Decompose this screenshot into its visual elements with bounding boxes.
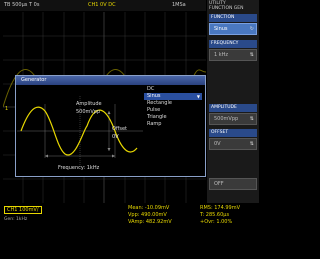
channel-readout[interactable]: CH1 0V DC [88,0,116,11]
rotate-arrow-icon: ↻ [249,26,254,32]
waveform-option-rectangle[interactable]: Rectangle [144,100,202,107]
amplitude-section-label: AMPLITUDE [209,104,257,112]
function-softkey[interactable]: Sinus ↻ [209,23,257,35]
offset-label: Offset [112,126,128,132]
frequency-softkey[interactable]: 1 kHz ⇅ [209,49,257,61]
waveform-option-ramp[interactable]: Ramp [144,121,202,128]
generator-status: Gen: 1kHz [4,217,28,222]
generator-dialog-title: Generator [16,76,205,85]
measure-vamp: VAmp: 482.92mV [128,219,172,225]
softkey-menu: UTILITY FUNCTION GEN FUNCTION Sinus ↻ FR… [207,0,259,206]
updown-arrow-icon: ⇅ [249,116,254,122]
updown-arrow-icon: ⇅ [249,52,254,58]
scope-display: 1 Generator Amplitude 500mVpp Offset 0V … [3,12,206,203]
waveform-list: DC Sinus ▼ Rectangle Pulse Triangle Ramp [144,86,202,128]
waveform-option-pulse[interactable]: Pulse [144,107,202,114]
amplitude-softkey[interactable]: 500mVpp ⇅ [209,113,257,125]
menu-header: UTILITY FUNCTION GEN [209,1,244,11]
measure-vpp: Vpp: 490.00mV [128,212,167,218]
measure-overshoot: +Ovr: 1.00% [200,219,233,225]
offset-value: 0V [112,134,119,140]
offset-section-label: OFFSET [209,129,257,137]
status-bar: TB 500µs T 0s CH1 0V DC 1MSa [0,0,206,11]
measure-period: T: 285.60µs [200,212,230,218]
frequency-section-label: FREQUENCY [209,40,257,48]
waveform-option-triangle[interactable]: Triangle [144,114,202,121]
updown-arrow-icon: ⇅ [249,141,254,147]
chevron-down-icon: ▼ [196,94,200,99]
off-softkey[interactable]: OFF [209,178,257,190]
frequency-label: Frequency: 1kHz [58,165,100,171]
measure-mean: Mean: -10.09mV [128,205,170,211]
amplitude-value: 500mVpp [76,109,101,115]
svg-text:1: 1 [5,106,8,112]
channel-scale-box[interactable]: CH1 100mV/ [4,206,42,214]
generator-dialog: Generator Amplitude 500mVpp Offset 0V Fr… [15,75,206,177]
amplitude-label: Amplitude [76,101,102,107]
function-section-label: FUNCTION [209,14,257,22]
measurement-bar: CH1 100mV/ Gen: 1kHz Mean: -10.09mV Vpp:… [0,203,259,259]
timebase-readout[interactable]: TB 500µs T 0s [4,0,39,11]
sample-rate-readout: 1MSa [172,2,186,8]
measure-rms: RMS: 174.99mV [200,205,241,211]
waveform-option-sinus[interactable]: Sinus ▼ [144,93,202,100]
offset-softkey[interactable]: 0V ⇅ [209,138,257,150]
waveform-option-dc[interactable]: DC [144,86,202,93]
